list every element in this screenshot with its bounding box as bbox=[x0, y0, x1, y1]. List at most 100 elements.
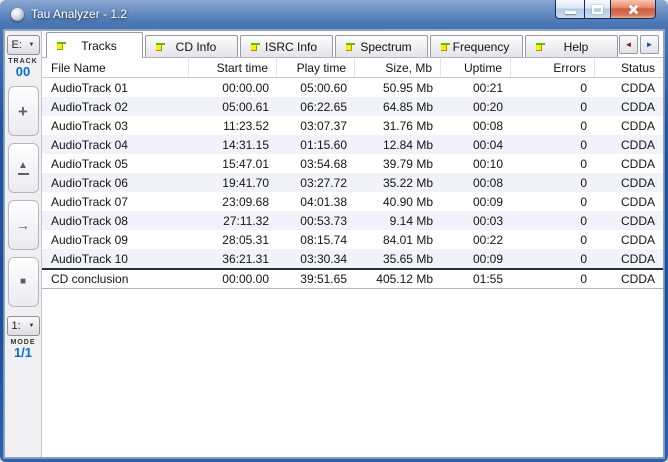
table-cell: 27:11.32 bbox=[223, 213, 269, 228]
cell-file-name: AudioTrack 08 bbox=[51, 213, 128, 228]
column-header-start-time[interactable]: Start time bbox=[189, 58, 277, 77]
table-cell: CDDA bbox=[620, 137, 655, 152]
table-row[interactable]: AudioTrack 04 14:31.15 01:15.60 12.84 Mb 00:… bbox=[42, 135, 663, 154]
add-button[interactable]: + bbox=[7, 86, 39, 137]
table-cell: 35.65 Mb bbox=[382, 251, 433, 266]
table-cell: 00:08 bbox=[472, 118, 503, 133]
app-window: Tau Analyzer - 1.2 E: ▼ TRACK 00 + ▲ → ■… bbox=[0, 0, 668, 462]
cell-file-name: AudioTrack 02 bbox=[51, 99, 128, 114]
table-cell: 84.01 Mb bbox=[382, 232, 433, 247]
table-cell: 00:22 bbox=[472, 232, 503, 247]
cell-file-name: AudioTrack 06 bbox=[51, 175, 128, 190]
tab-tracks[interactable]: Tracks bbox=[46, 32, 143, 58]
table-cell: CDDA bbox=[620, 175, 655, 190]
tab-flag-icon bbox=[156, 42, 165, 51]
table-cell: 05:00.61 bbox=[222, 99, 269, 114]
column-header-file-name[interactable]: File Name bbox=[42, 58, 189, 77]
table-cell: 0 bbox=[580, 99, 587, 114]
table-cell: 39.79 Mb bbox=[382, 156, 433, 171]
stop-button[interactable]: ■ bbox=[7, 257, 39, 308]
table-row[interactable]: AudioTrack 03 11:23.52 03:07.37 31.76 Mb 00:… bbox=[42, 116, 663, 135]
close-button[interactable] bbox=[611, 0, 656, 19]
column-header-uptime[interactable]: Uptime bbox=[441, 58, 511, 77]
stop-icon: ■ bbox=[19, 276, 27, 288]
table-cell: CDDA bbox=[620, 194, 655, 209]
tab-cd-info[interactable]: CD Info bbox=[145, 35, 238, 57]
table-cell: 00:09 bbox=[472, 251, 503, 266]
table-cell: 15:47.01 bbox=[222, 156, 269, 171]
table-row[interactable]: AudioTrack 07 23:09.68 04:01.38 40.90 Mb 00:… bbox=[42, 192, 663, 211]
minimize-icon bbox=[564, 11, 576, 14]
tab-isrc-info[interactable]: ISRC Info bbox=[240, 35, 333, 57]
column-header-errors[interactable]: Errors bbox=[511, 58, 595, 77]
table-cell: 03:30.34 bbox=[300, 251, 347, 266]
table-cell: 00:00.00 bbox=[222, 272, 269, 286]
table-cell: 0 bbox=[580, 137, 587, 152]
table-cell: 00:53.73 bbox=[300, 213, 347, 228]
tab-scroll-right-button[interactable]: ► bbox=[640, 35, 659, 54]
table-cell: 03:54.68 bbox=[300, 156, 347, 171]
table-cell: 14:31.15 bbox=[222, 137, 269, 152]
eject-icon: ▲ bbox=[18, 160, 28, 172]
drive-selector-value: E: bbox=[11, 39, 22, 51]
table-cell: 06:22.65 bbox=[300, 99, 347, 114]
table-cell: 40.90 Mb bbox=[382, 194, 433, 209]
table-row[interactable]: AudioTrack 02 05:00.61 06:22.65 64.85 Mb 00:… bbox=[42, 97, 663, 116]
cell-file-name: AudioTrack 10 bbox=[51, 251, 128, 266]
table-row[interactable]: AudioTrack 06 19:41.70 03:27.72 35.22 Mb 00:… bbox=[42, 173, 663, 192]
table-cell: CDDA bbox=[620, 251, 655, 266]
close-icon bbox=[627, 4, 640, 15]
table-header-row: File Name Start time Play time Size, Mb … bbox=[42, 58, 663, 78]
table-cell: CDDA bbox=[620, 156, 655, 171]
table-row[interactable]: AudioTrack 09 28:05.31 08:15.74 84.01 Mb 00:… bbox=[42, 230, 663, 249]
tab-frequency[interactable]: Frequency bbox=[430, 35, 523, 57]
tab-help[interactable]: Help bbox=[525, 35, 618, 57]
tab-flag-icon bbox=[536, 42, 545, 51]
tab-flag-icon bbox=[346, 42, 355, 51]
column-header-size[interactable]: Size, Mb bbox=[355, 58, 441, 77]
title-bar[interactable]: Tau Analyzer - 1.2 bbox=[0, 0, 668, 30]
table-row[interactable]: AudioTrack 01 00:00.00 05:00.60 50.95 Mb 00:… bbox=[42, 78, 663, 97]
app-icon bbox=[11, 8, 24, 21]
table-cell: 11:23.52 bbox=[223, 118, 269, 133]
start-button[interactable]: → bbox=[7, 200, 39, 251]
chevron-down-icon: ▼ bbox=[28, 323, 35, 330]
maximize-button[interactable] bbox=[584, 0, 611, 19]
arrow-right-icon: ► bbox=[645, 39, 654, 49]
eject-button[interactable]: ▲ bbox=[7, 143, 39, 194]
table-cell: 35.22 Mb bbox=[382, 175, 433, 190]
table-row[interactable]: AudioTrack 10 36:21.31 03:30.34 35.65 Mb 00:… bbox=[42, 249, 663, 268]
cell-file-name: AudioTrack 07 bbox=[51, 194, 128, 209]
table-row[interactable]: AudioTrack 05 15:47.01 03:54.68 39.79 Mb 00:… bbox=[42, 154, 663, 173]
drive-selector[interactable]: E: ▼ bbox=[6, 35, 40, 55]
table-cell: 0 bbox=[580, 118, 587, 133]
column-header-play-time[interactable]: Play time bbox=[277, 58, 355, 77]
tab-scroll-left-button[interactable]: ◄ bbox=[619, 35, 638, 54]
table-cell: 64.85 Mb bbox=[382, 99, 433, 114]
table-cell: 08:15.74 bbox=[300, 232, 347, 247]
sidebar: E: ▼ TRACK 00 + ▲ → ■ 1: ▼ MODE 1/1 bbox=[5, 31, 42, 457]
table-cell: CDDA bbox=[620, 118, 655, 133]
table-cell: 31.76 Mb bbox=[382, 118, 433, 133]
table-cell: 0 bbox=[580, 232, 587, 247]
table-cell: CDDA bbox=[620, 232, 655, 247]
cell-file-name: AudioTrack 05 bbox=[51, 156, 128, 171]
maximize-icon bbox=[592, 4, 603, 14]
table-cell: 00:00.00 bbox=[222, 80, 269, 95]
table-cell: 39:51.65 bbox=[300, 272, 347, 286]
cell-file-name: AudioTrack 03 bbox=[51, 118, 128, 133]
table-row[interactable]: AudioTrack 08 27:11.32 00:53.73 9.14 Mb 00:0… bbox=[42, 211, 663, 230]
cell-file-name: AudioTrack 04 bbox=[51, 137, 128, 152]
cell-file-name: AudioTrack 01 bbox=[51, 80, 128, 95]
column-header-status[interactable]: Status bbox=[595, 58, 663, 77]
mode-selector[interactable]: 1: ▼ bbox=[6, 316, 40, 337]
table-cell: 28:05.31 bbox=[222, 232, 269, 247]
minimize-button[interactable] bbox=[555, 0, 584, 19]
table-cell: 00:04 bbox=[472, 137, 503, 152]
chevron-down-icon: ▼ bbox=[28, 42, 35, 48]
table-cell: 50.95 Mb bbox=[382, 80, 433, 95]
table-cell: 05:00.60 bbox=[300, 80, 347, 95]
tracks-table: File Name Start time Play time Size, Mb … bbox=[42, 58, 663, 457]
tab-spectrum[interactable]: Spectrum bbox=[335, 35, 428, 57]
window-controls bbox=[555, 0, 656, 19]
